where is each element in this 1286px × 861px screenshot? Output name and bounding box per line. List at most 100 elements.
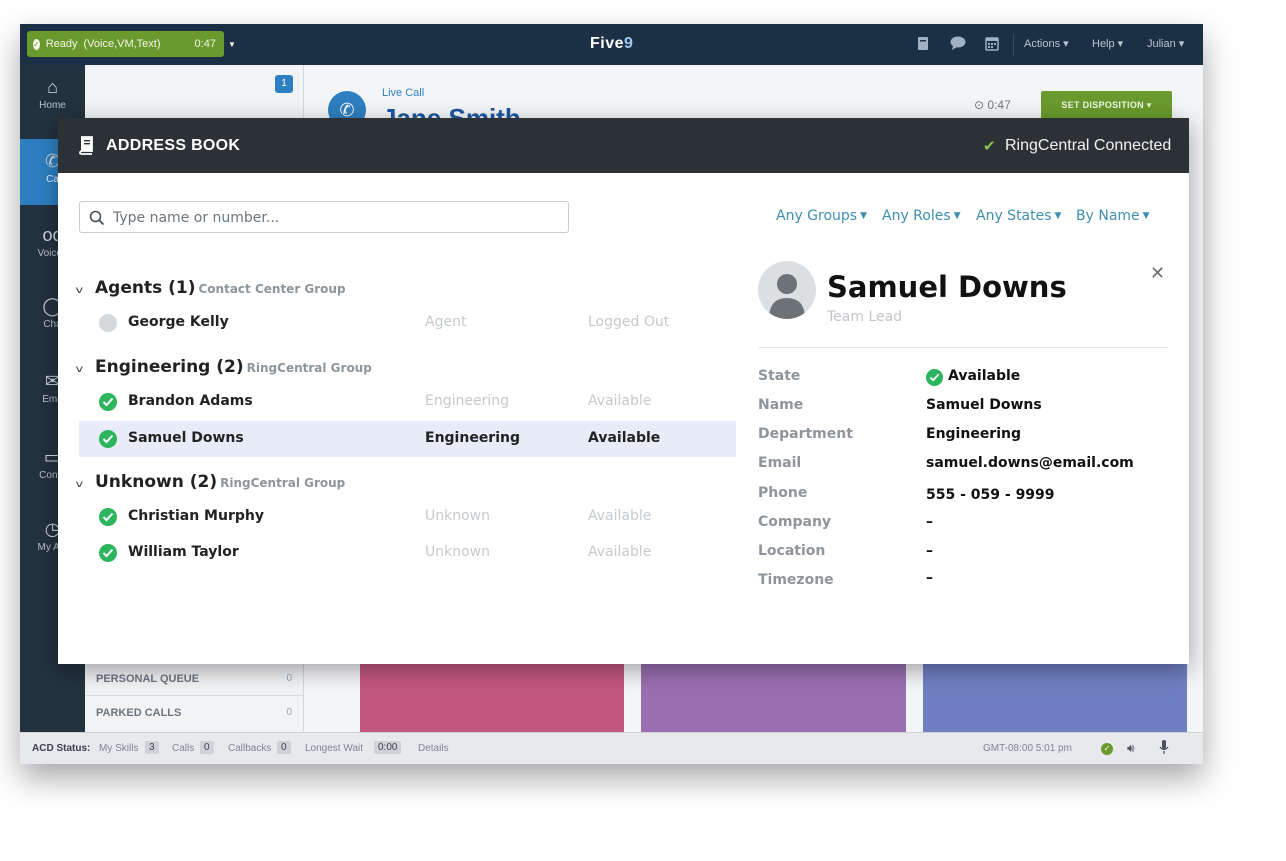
contact-detail-role: Team Lead — [827, 309, 903, 325]
contact-row[interactable]: Christian Murphy Unknown Available — [79, 499, 736, 535]
sort-dropdown[interactable]: By Name ▼ — [1076, 208, 1150, 224]
field-value-phone[interactable]: 555 - 059 - 9999 — [926, 487, 1055, 503]
agent-status-button[interactable]: ✓ Ready (Voice,VM,Text) 0:47 ▼ — [27, 31, 236, 57]
field-value-department: Engineering — [926, 426, 1021, 442]
book-icon[interactable] — [915, 36, 931, 52]
chevron-down-icon: v — [75, 479, 84, 490]
clock: GMT-08:00 5:01 pm — [983, 743, 1072, 754]
filter-label: By Name — [1076, 208, 1140, 224]
divider — [758, 347, 1168, 348]
tile-blue[interactable] — [923, 664, 1187, 732]
group-type: Contact Center Group — [198, 282, 346, 296]
queue-row-parked[interactable]: PARKED CALLS 0 — [85, 695, 304, 729]
contact-row[interactable]: Brandon Adams Engineering Available — [79, 384, 736, 420]
filter-label: Any Groups — [776, 208, 858, 224]
chat-icon[interactable] — [950, 36, 966, 52]
group-header-engineering[interactable]: v Engineering (2) RingCentral Group — [75, 357, 372, 377]
field-value-timezone: – — [926, 570, 933, 586]
set-disposition-button[interactable]: SET DISPOSITION ▾ — [1041, 91, 1172, 119]
tile-pink[interactable] — [360, 664, 624, 732]
speaker-icon[interactable]: 🔊︎ — [1127, 741, 1135, 756]
available-check-icon — [99, 393, 117, 411]
filter-label: Any States — [976, 208, 1052, 224]
group-header-unknown[interactable]: v Unknown (2) RingCentral Group — [75, 472, 345, 492]
chevron-down-icon: v — [75, 364, 84, 375]
contact-department: Unknown — [425, 508, 490, 524]
queue-count: 0 — [286, 673, 292, 684]
logo-nine: 9 — [624, 35, 634, 52]
skills-label: My Skills — [99, 743, 139, 754]
contact-state: Available — [588, 393, 652, 409]
skills-count: 3 — [145, 741, 159, 754]
contact-name: Brandon Adams — [128, 393, 253, 409]
contact-state: Available — [588, 544, 652, 560]
filter-groups-dropdown[interactable]: Any Groups ▼ — [776, 208, 867, 224]
details-link[interactable]: Details — [418, 743, 449, 754]
avatar — [758, 261, 816, 319]
filter-states-dropdown[interactable]: Any States ▼ — [976, 208, 1061, 224]
user-menu[interactable]: Julian ▾ — [1147, 37, 1184, 50]
status-footer: ACD Status: My Skills 3 Calls 0 Callback… — [20, 732, 1203, 764]
caret-down-icon: ▼ — [953, 211, 961, 221]
filter-label: Any Roles — [882, 208, 951, 224]
logo-text: Five — [590, 35, 625, 52]
call-timer: ⊙ 0:47 — [974, 98, 1011, 112]
contact-name: Christian Murphy — [128, 508, 264, 524]
field-label-department: Department — [758, 426, 853, 442]
tile-purple[interactable] — [641, 664, 906, 732]
callbacks-label: Callbacks — [228, 743, 272, 754]
field-value-company: – — [926, 514, 933, 530]
queue-row-personal[interactable]: PERSONAL QUEUE 0 — [85, 661, 304, 695]
contact-department: Agent — [425, 314, 467, 330]
chevron-down-icon: ▼ — [227, 39, 236, 49]
close-icon[interactable]: ✕ — [1150, 263, 1165, 284]
address-book-dialog: ADDRESS BOOK ✔ RingCentral Connected Any… — [58, 118, 1189, 664]
field-label-timezone: Timezone — [758, 572, 834, 588]
field-label-location: Location — [758, 543, 826, 559]
queue-label: PERSONAL QUEUE — [96, 673, 200, 685]
field-label-name: Name — [758, 397, 804, 413]
available-check-icon — [926, 369, 943, 386]
caret-down-icon: ▼ — [1142, 211, 1150, 221]
queue-count-badge: 1 — [275, 75, 293, 93]
connected-check-icon: ✔ — [983, 138, 996, 155]
field-value-name: Samuel Downs — [926, 397, 1042, 413]
dialog-header: ADDRESS BOOK ✔ RingCentral Connected — [58, 118, 1189, 173]
contact-state: Available — [588, 430, 661, 446]
contact-name: William Taylor — [128, 544, 239, 560]
microphone-icon[interactable] — [1159, 740, 1169, 758]
contact-row-selected[interactable]: Samuel Downs Engineering Available — [79, 421, 736, 457]
field-value-email[interactable]: samuel.downs@email.com — [926, 455, 1134, 471]
group-type: RingCentral Group — [246, 361, 372, 375]
search-box[interactable] — [79, 201, 569, 233]
queue-count: 0 — [286, 707, 292, 718]
status-label: Ready — [45, 38, 78, 50]
offline-status-icon — [99, 314, 117, 332]
contact-department: Engineering — [425, 430, 520, 446]
calendar-icon[interactable] — [984, 36, 1000, 52]
group-header-agents[interactable]: v Agents (1) Contact Center Group — [75, 278, 346, 298]
filter-roles-dropdown[interactable]: Any Roles ▼ — [882, 208, 961, 224]
chevron-down-icon: v — [75, 285, 84, 296]
home-icon: ⌂ — [47, 77, 58, 97]
actions-menu[interactable]: Actions ▾ — [1024, 37, 1069, 50]
calls-label: Calls — [172, 743, 195, 754]
callbacks-count: 0 — [277, 741, 291, 754]
caret-down-icon: ▼ — [1054, 211, 1062, 221]
queue-label: PARKED CALLS — [96, 707, 182, 719]
nav-item-label: Home — [39, 100, 66, 111]
search-input[interactable] — [113, 207, 553, 229]
group-name: Unknown (2) — [95, 472, 218, 492]
contact-row[interactable]: George Kelly Agent Logged Out — [79, 305, 736, 341]
field-label-phone: Phone — [758, 485, 808, 501]
help-menu[interactable]: Help ▾ — [1092, 37, 1123, 50]
connection-ok-icon: ✓ — [1101, 743, 1113, 755]
contact-row[interactable]: William Taylor Unknown Available — [79, 535, 736, 571]
divider — [1013, 34, 1014, 56]
contact-name: George Kelly — [128, 314, 229, 330]
acd-status-label: ACD Status: — [32, 743, 91, 754]
contact-state: Logged Out — [588, 314, 670, 330]
status-timer: 0:47 — [194, 38, 216, 50]
longest-wait-label: Longest Wait — [305, 743, 363, 754]
top-bar: ✓ Ready (Voice,VM,Text) 0:47 ▼ Five9 Act… — [20, 24, 1203, 65]
